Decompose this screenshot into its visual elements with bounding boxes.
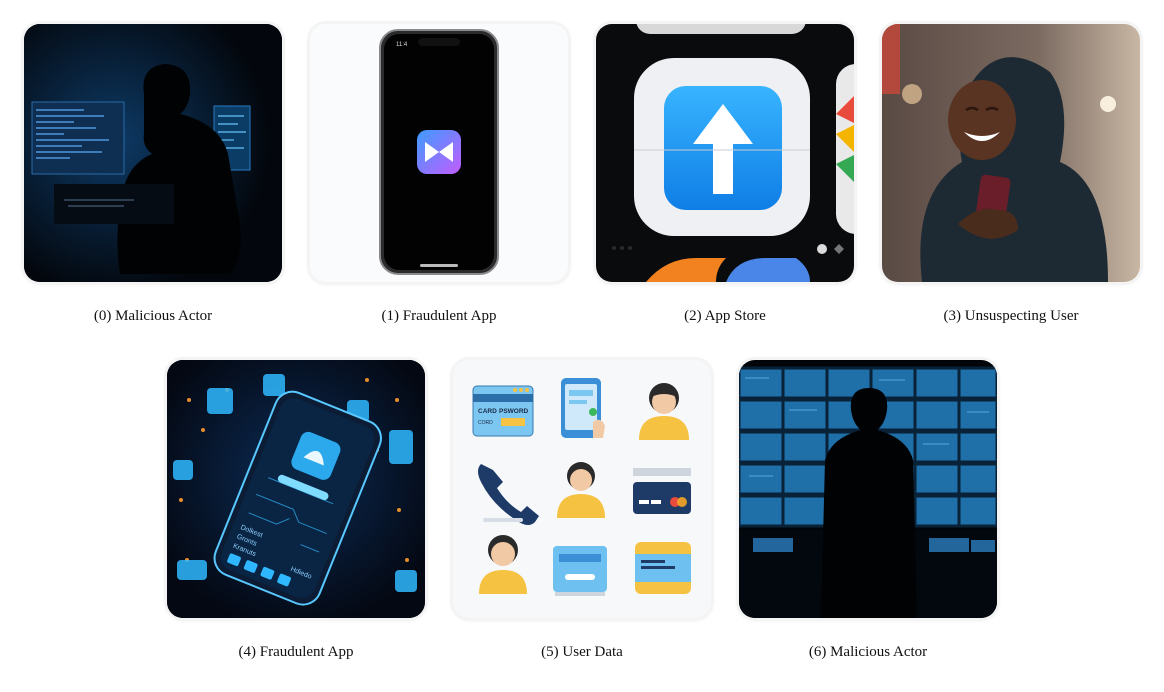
id-card-icon bbox=[553, 546, 607, 596]
credit-card-icon: CARD PSWORD CORD bbox=[472, 385, 534, 437]
image-malicious-actor-hacker bbox=[24, 24, 282, 282]
caption-6: (6) Malicious Actor bbox=[808, 644, 928, 660]
caption-0: (0) Malicious Actor bbox=[93, 308, 213, 324]
image-unsuspecting-user bbox=[882, 24, 1140, 282]
bank-card-icon bbox=[633, 468, 691, 514]
card-text-cord: CORD bbox=[478, 420, 493, 426]
phone-clock: 11:4 bbox=[396, 42, 408, 48]
monitor-left bbox=[31, 101, 125, 175]
caption-5: (5) User Data bbox=[541, 644, 623, 660]
image-malicious-actor-monitor-wall bbox=[739, 360, 997, 618]
tablet-icon bbox=[561, 378, 605, 438]
caption-4: (4) Fraudulent App bbox=[238, 644, 354, 660]
caption-1: (1) Fraudulent App bbox=[381, 308, 497, 324]
card-text-card: CARD bbox=[478, 408, 497, 415]
app-store-icon bbox=[664, 86, 782, 210]
caption-2: (2) App Store bbox=[684, 308, 766, 324]
user-face bbox=[948, 80, 1016, 160]
card-text-password: PSWORD bbox=[499, 408, 529, 415]
image-user-data-icons: CARD PSWORD CORD bbox=[453, 360, 711, 618]
image-fraudulent-app-phone: 11:4 bbox=[310, 24, 568, 282]
image-fraudulent-app-glowing-phone: Dolkest Gronts Kranuts Hdiedo bbox=[167, 360, 425, 618]
caption-3: (3) Unsuspecting User bbox=[943, 308, 1079, 324]
payment-card-icon bbox=[635, 542, 691, 594]
fraudulent-app-icon bbox=[417, 130, 461, 174]
image-app-store-icon bbox=[596, 24, 854, 282]
